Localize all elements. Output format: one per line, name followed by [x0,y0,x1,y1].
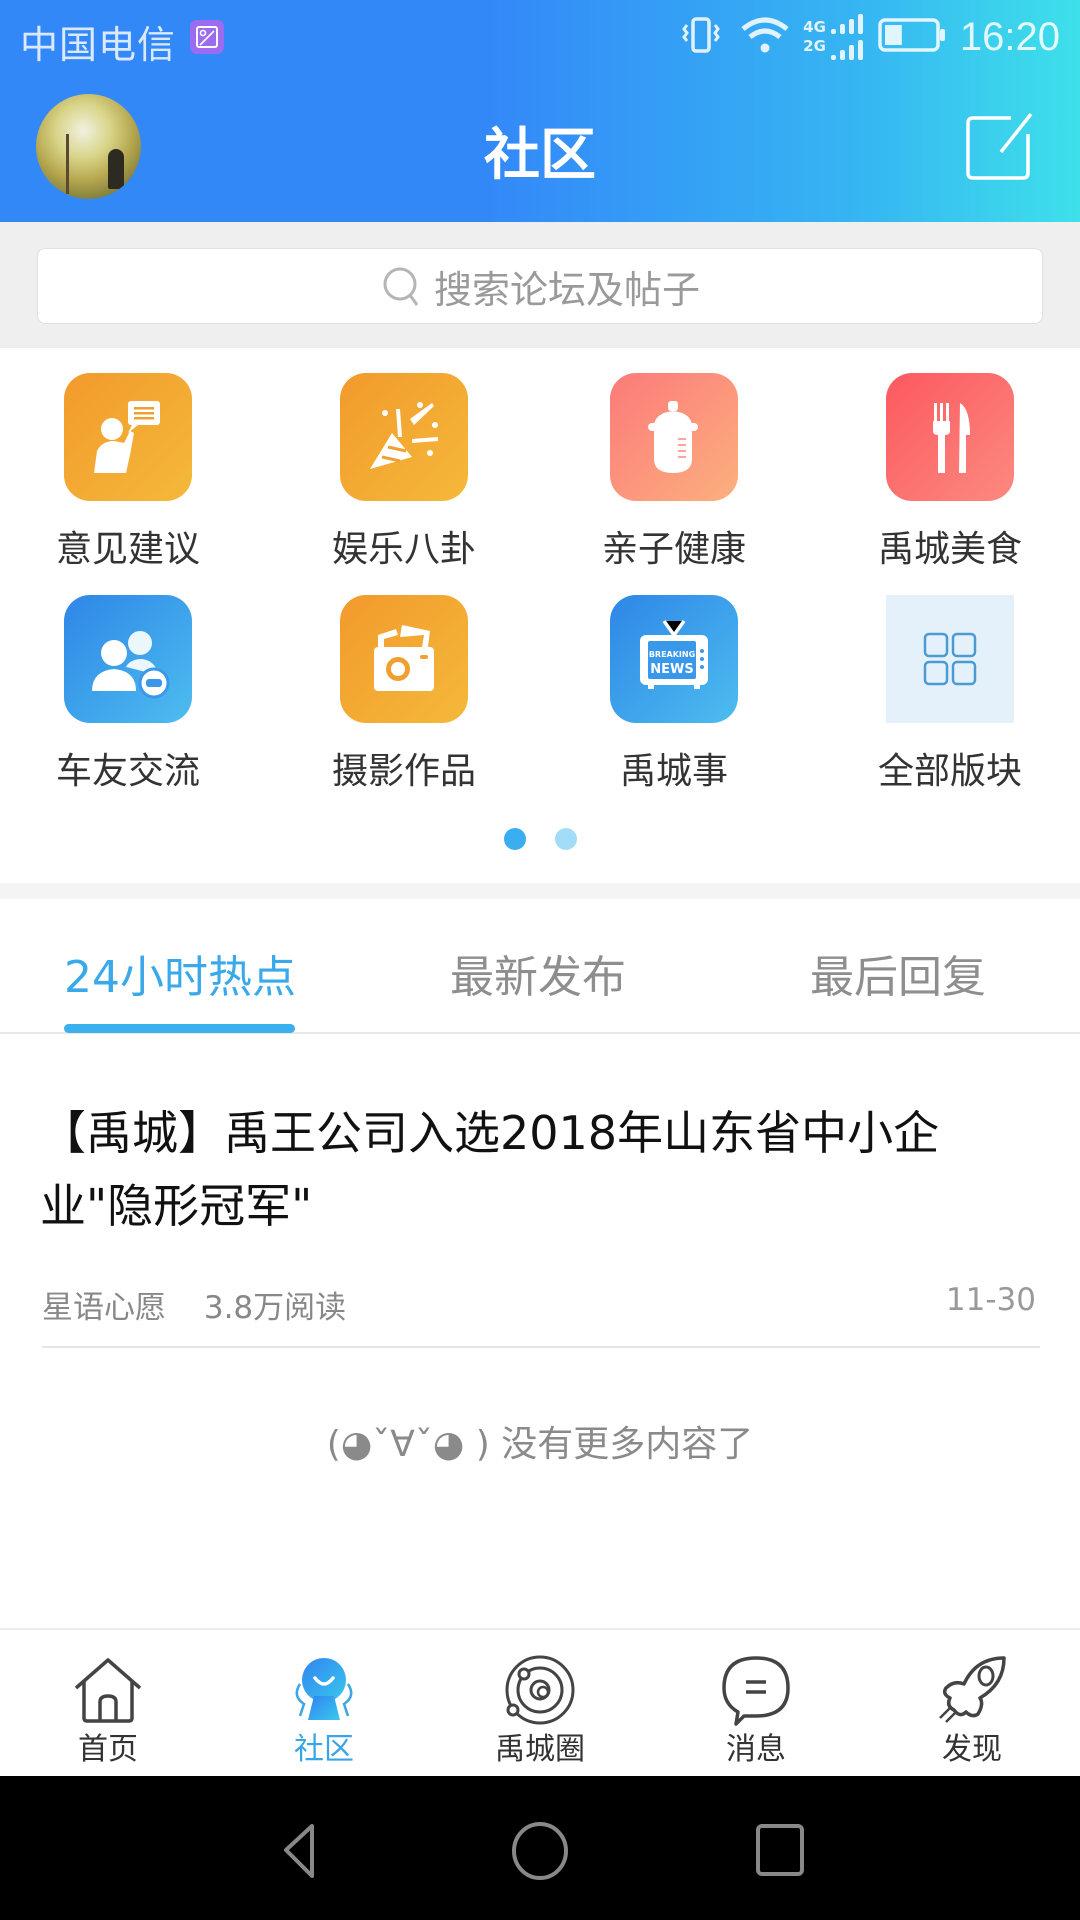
category-all-boards[interactable]: 全部版块 [822,570,1080,792]
tab-24h-hot[interactable]: 24小时热点 [64,941,296,1005]
nav-label: 社区 [294,1732,354,1767]
category-yucheng-news[interactable]: BREAKING NEWS 禹城事 [546,570,816,792]
carrier-name: 中国电信 [20,23,177,67]
system-navigation-bar [0,1776,1080,1920]
cellular-signal-icon: 4G 2G [803,13,864,61]
fork-knife-icon [886,373,1014,501]
page-indicator [0,828,1080,852]
category-feedback[interactable]: 意见建议 [0,348,270,570]
category-label: 娱乐八卦 [331,529,476,570]
nav-home[interactable]: 首页 [0,1630,216,1778]
post-title[interactable]: 【禹城】禹王公司入选2018年山东省中小企业"隐形冠军" [40,1097,1040,1243]
vibrate-icon [679,13,723,61]
category-grid: 意见建议 娱乐八卦 亲子健康 禹城美食 车友交流 摄影作品 BREAKING NE… [0,348,1080,883]
tab-latest-replies[interactable]: 最后回复 [810,941,986,1005]
nav-label: 首页 [78,1732,138,1767]
category-label: 全部版块 [877,751,1022,792]
clock: 16:20 [959,14,1060,59]
post-author[interactable]: 星语心愿 [42,1290,166,1326]
system-home-button[interactable] [500,1816,580,1886]
nav-yucheng-circle[interactable]: 禹城圈 [432,1630,648,1778]
wifi-icon [737,13,789,61]
app-header: 中国电信 4G 2G 16:20 社区 [0,0,1080,222]
search-input[interactable]: 搜索论坛及帖子 [37,248,1043,324]
category-food[interactable]: 禹城美食 [822,348,1080,570]
breaking-news-tv-icon: BREAKING NEWS [610,595,738,723]
post-separator [42,1346,1040,1348]
search-icon [383,267,419,306]
category-label: 意见建议 [55,529,200,570]
camera-icon [340,595,468,723]
system-recents-button[interactable] [740,1816,820,1886]
nav-community[interactable]: 社区 [216,1630,432,1778]
search-area: 搜索论坛及帖子 [0,222,1080,348]
baby-bottle-icon [610,373,738,501]
search-placeholder: 搜索论坛及帖子 [433,267,700,312]
category-photography[interactable]: 摄影作品 [276,570,546,792]
status-bar: 中国电信 4G 2G 16:20 [0,0,1080,75]
back-triangle-icon [284,1824,314,1878]
orbit-icon [505,1655,575,1725]
category-label: 车友交流 [55,751,200,792]
category-label: 禹城美食 [877,529,1022,570]
svg-text:BREAKING: BREAKING [649,650,695,659]
community-icon [295,1658,353,1720]
home-circle-icon [512,1822,568,1880]
nav-label: 消息 [726,1732,786,1767]
post-meta: 星语心愿 3.8万阅读 [42,1282,374,1327]
feedback-icon [64,373,192,501]
category-entertainment[interactable]: 娱乐八卦 [276,348,546,570]
active-tab-indicator [64,1024,295,1033]
rocket-icon [939,1656,1006,1723]
post-date: 11-30 [945,1282,1036,1318]
end-of-list-message: (◕ˇ∀ˇ◕ ) 没有更多内容了 [326,1424,754,1465]
party-popper-icon [340,373,468,501]
post-list-item[interactable]: 【禹城】禹王公司入选2018年山东省中小企业"隐形冠军" 星语心愿 3.8万阅读… [0,1035,1080,1348]
compose-button[interactable] [965,112,1035,182]
category-parenting[interactable]: 亲子健康 [546,348,816,570]
message-bubble-icon [722,1656,790,1726]
section-divider [0,883,1080,899]
category-label: 摄影作品 [331,751,476,792]
bottom-navigation: 首页 社区 禹城圈 消息 发现 [0,1628,1080,1776]
gallery-notification-icon [190,20,224,54]
tab-latest-posts[interactable]: 最新发布 [450,941,626,1005]
car-friends-icon [64,595,192,723]
system-back-button[interactable] [262,1816,342,1886]
nav-discover[interactable]: 发现 [864,1630,1080,1778]
battery-icon [878,18,946,56]
nav-messages[interactable]: 消息 [648,1630,864,1778]
grid-icon [886,595,1014,723]
nav-label: 发现 [942,1732,1002,1767]
category-label: 亲子健康 [601,529,746,570]
compose-icon [966,112,1033,180]
category-label: 禹城事 [619,751,728,792]
recents-square-icon [756,1824,804,1876]
post-read-count: 3.8万阅读 [203,1290,347,1326]
home-icon [74,1658,142,1723]
tab-bar: 24小时热点 最新发布 最后回复 [0,899,1080,1034]
category-car-friends[interactable]: 车友交流 [0,570,270,792]
page-dot[interactable] [555,828,577,850]
svg-text:NEWS: NEWS [650,662,693,677]
page-dot-active[interactable] [504,828,526,850]
nav-label: 禹城圈 [495,1732,585,1767]
page-title: 社区 [484,123,596,188]
